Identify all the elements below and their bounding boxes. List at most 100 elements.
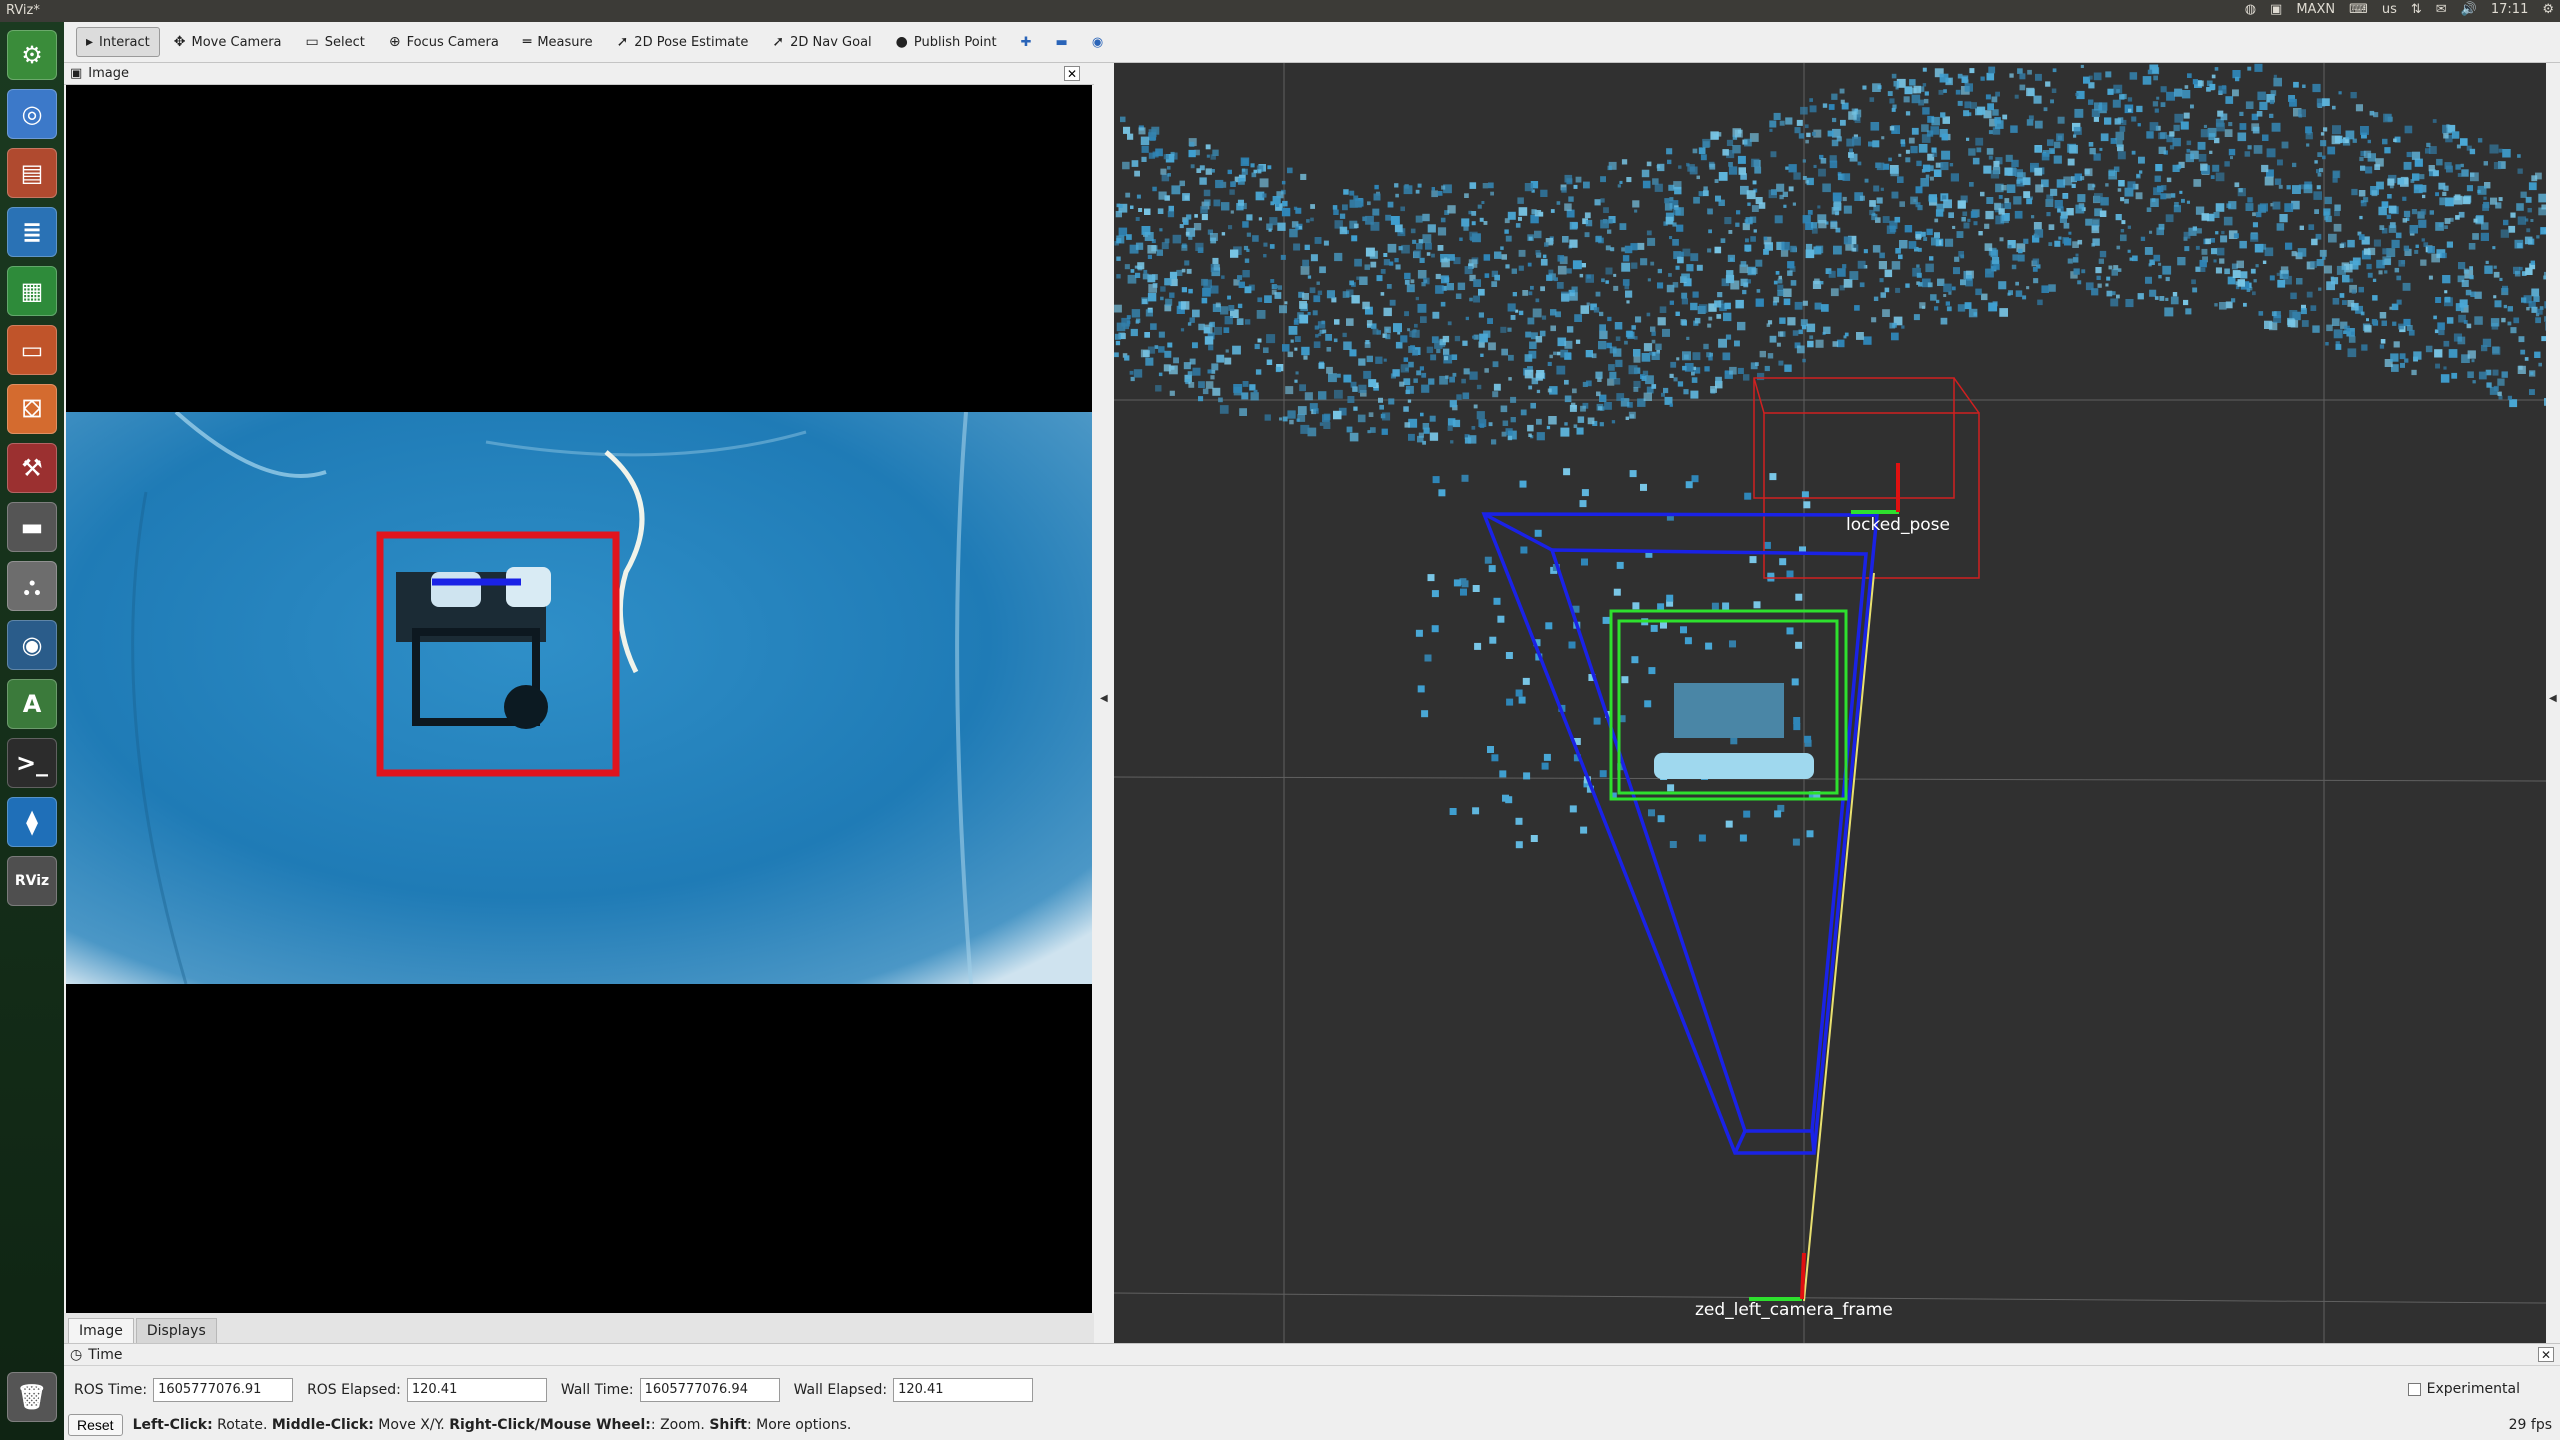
camera-app-icon[interactable]: ◉ <box>7 620 57 670</box>
tool-publish-point[interactable]: ● Publish Point <box>886 27 1007 57</box>
status-bar: Reset Left-Click: Rotate. Middle-Click: … <box>68 1414 851 1436</box>
wall-elapsed-field[interactable]: 120.41 <box>893 1378 1034 1402</box>
experimental-toggle[interactable]: Experimental <box>2407 1381 2520 1397</box>
focus-camera-icon: ⊕ <box>388 34 401 50</box>
eye-icon[interactable]: ◉ <box>1082 27 1113 57</box>
wall-time-label: Wall Time: <box>560 1382 634 1398</box>
top-panel: RViz* ◍ ▣ MAXN ⌨ us ⇅ ✉ 🔊 17:11 ⚙ <box>0 0 2560 22</box>
trash-icon[interactable]: 🗑 <box>7 1372 57 1422</box>
calc-icon[interactable]: ▦ <box>7 266 57 316</box>
mail-icon[interactable]: ✉ <box>2436 2 2447 17</box>
tool-label: 2D Nav Goal <box>790 34 872 50</box>
reset-button[interactable]: Reset <box>68 1414 123 1436</box>
status-hint: Left-Click: Rotate. Middle-Click: Move X… <box>132 1417 852 1433</box>
time-panel-title: Time <box>88 1346 123 1363</box>
tool-focus-camera[interactable]: ⊕ Focus Camera <box>379 27 509 57</box>
2d-pose-estimate-icon: ➚ <box>616 34 629 50</box>
locked-pose-box <box>1753 377 1980 579</box>
clock[interactable]: 17:11 <box>2491 2 2528 17</box>
impress-icon[interactable]: ▭ <box>7 325 57 375</box>
drive-icon[interactable]: ▬ <box>7 502 57 552</box>
dock-tabs: Image Displays <box>64 1313 1094 1343</box>
image-view[interactable] <box>66 85 1092 1313</box>
right-panel-edge[interactable]: ◀ <box>2546 63 2560 1343</box>
updater-icon[interactable]: A <box>7 679 57 729</box>
wall-elapsed-label: Wall Elapsed: <box>793 1382 888 1398</box>
image-panel-header: ▣ Image <box>64 63 1094 85</box>
nvidia-icon[interactable]: ▣ <box>2270 2 2282 17</box>
collapse-right-icon[interactable]: ◀ <box>2549 693 2557 704</box>
2d-nav-goal-icon: ➚ <box>772 34 785 50</box>
move-camera-icon: ✥ <box>173 34 186 50</box>
select-icon: ▭ <box>305 34 319 50</box>
experimental-label: Experimental <box>2426 1381 2520 1397</box>
panel-splitter[interactable]: ◀ <box>1094 63 1114 1343</box>
power-mode-label[interactable]: MAXN <box>2296 2 2335 17</box>
3d-scene: locked_pose zed_left_camera_frame <box>1114 63 2546 1343</box>
close-icon[interactable]: ✕ <box>1064 66 1080 81</box>
tab-image[interactable]: Image <box>68 1318 134 1343</box>
camera-image <box>66 412 1092 984</box>
rviz-toolbar: ▸ Interact ✥ Move Camera ▭ Select ⊕ Focus Camer… <box>64 22 2560 63</box>
tool-2d-nav-goal[interactable]: ➚ 2D Nav Goal <box>762 27 881 57</box>
tool-move-camera[interactable]: ✥ Move Camera <box>164 27 292 57</box>
gear-icon[interactable]: ⚙ <box>2542 2 2554 17</box>
plus-icon[interactable]: ✚ <box>1011 27 1042 57</box>
experimental-checkbox[interactable] <box>2407 1382 2421 1396</box>
tool-label: Focus Camera <box>406 34 499 50</box>
interact-icon: ▸ <box>86 34 94 50</box>
ros-elapsed-field[interactable]: 120.41 <box>406 1378 547 1402</box>
time-panel-header: ◷ Time <box>64 1344 2560 1366</box>
files-icon[interactable]: ▤ <box>7 148 57 198</box>
system-tray: ◍ ▣ MAXN ⌨ us ⇅ ✉ 🔊 17:11 ⚙ <box>2245 2 2554 17</box>
ubuntu-settings-icon[interactable]: ⚙ <box>7 30 57 80</box>
tool-label: 2D Pose Estimate <box>634 34 749 50</box>
network-icon[interactable]: ⇅ <box>2411 2 2422 17</box>
writer-icon[interactable]: ≣ <box>7 207 57 257</box>
tool-2d-pose-estimate[interactable]: ➚ 2D Pose Estimate <box>607 27 759 57</box>
wall-time-field[interactable]: 1605777076.94 <box>639 1378 780 1402</box>
vscode-icon[interactable]: ⧫ <box>7 797 57 847</box>
clock-icon: ◷ <box>70 1346 83 1363</box>
tool-label: Move Camera <box>191 34 282 50</box>
terminal-icon[interactable]: >_ <box>7 738 57 788</box>
minus-icon[interactable]: ▬ <box>1046 27 1078 57</box>
time-fields: ROS Time: 1605777076.91 ROS Elapsed: 120… <box>74 1378 1041 1402</box>
camera-frame-label: zed_left_camera_frame <box>1695 1300 1893 1320</box>
locked-pose-label: locked_pose <box>1846 515 1950 535</box>
launcher: ⚙ ◎ ▤ ≣ ▦ ▭ ⛋ ⚒ ▬ ⛬ ◉ A >_ ⧫ RViz 🗑 <box>0 22 64 1440</box>
tool-label: Select <box>324 34 365 50</box>
robot-points <box>1654 683 1814 779</box>
close-icon[interactable]: ✕ <box>2538 1347 2554 1362</box>
grid <box>1114 63 2546 1343</box>
tool-interact[interactable]: ▸ Interact <box>76 27 160 57</box>
ros-time-label: ROS Time: <box>74 1382 148 1398</box>
tf-link <box>1803 572 1875 1302</box>
chromium-tray-icon[interactable]: ◍ <box>2245 2 2256 17</box>
point-cloud <box>1114 63 2546 849</box>
publish-point-icon: ● <box>895 34 908 50</box>
camera-frame-axes <box>1749 1252 1806 1301</box>
3d-view[interactable]: locked_pose zed_left_camera_frame <box>1114 63 2546 1343</box>
image-icon: ▣ <box>70 66 83 81</box>
locked-pose-axes <box>1851 463 1900 514</box>
chromium-icon[interactable]: ◎ <box>7 89 57 139</box>
window-title: RViz* <box>6 3 40 18</box>
tool-measure[interactable]: ═ Measure <box>513 27 603 57</box>
rviz-mount-icon[interactable]: ⛬ <box>7 561 57 611</box>
tool-label: Measure <box>537 34 593 50</box>
software-center-icon[interactable]: ⛋ <box>7 384 57 434</box>
ros-time-field[interactable]: 1605777076.91 <box>153 1378 294 1402</box>
collapse-left-icon[interactable]: ◀ <box>1100 693 1108 704</box>
keyboard-icon[interactable]: ⌨ <box>2349 2 2368 17</box>
tab-displays[interactable]: Displays <box>135 1318 217 1343</box>
time-panel: ◷ Time ✕ ROS Time: 1605777076.91 ROS Ela… <box>64 1343 2560 1440</box>
volume-icon[interactable]: 🔊 <box>2461 2 2477 17</box>
tool-select[interactable]: ▭ Select <box>296 27 375 57</box>
ros-elapsed-label: ROS Elapsed: <box>307 1382 401 1398</box>
measure-icon: ═ <box>522 34 532 50</box>
rviz-icon[interactable]: RViz <box>7 856 57 906</box>
keyboard-layout[interactable]: us <box>2382 2 2397 17</box>
fps-counter: 29 fps <box>2508 1417 2552 1433</box>
system-settings-icon[interactable]: ⚒ <box>7 443 57 493</box>
